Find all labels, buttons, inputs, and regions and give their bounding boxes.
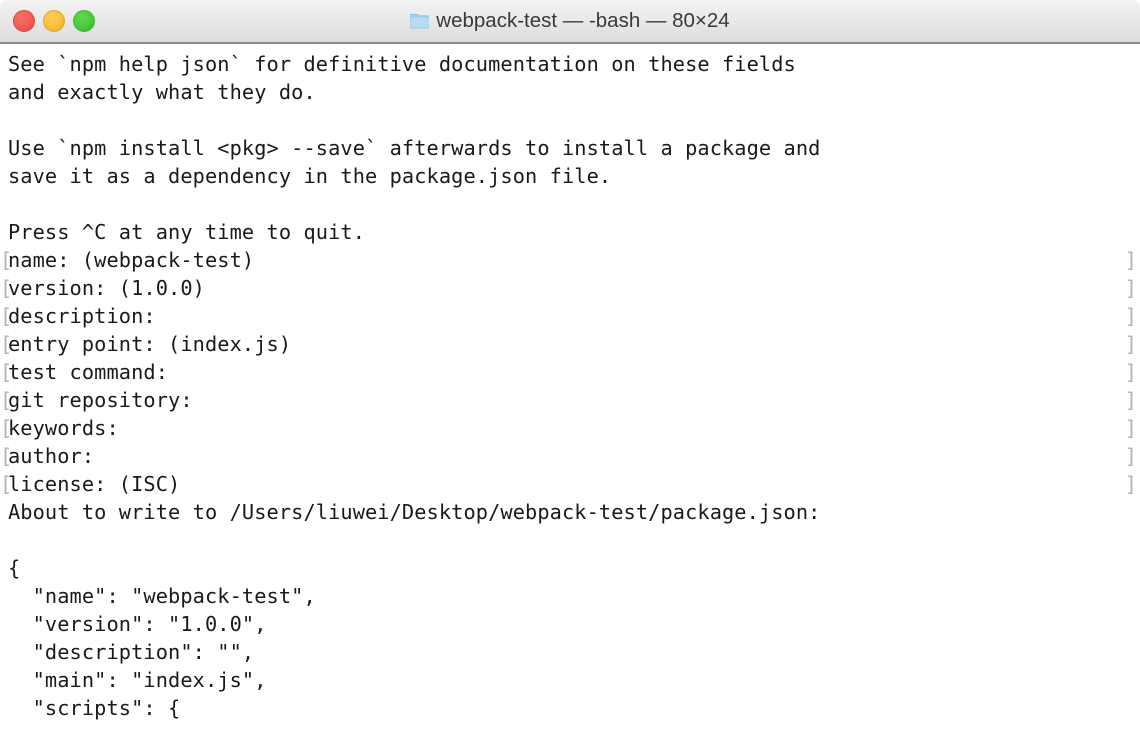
terminal-line-text: "main": "index.js", (8, 668, 267, 692)
terminal-line-text: author: (8, 444, 95, 468)
terminal-line: "version": "1.0.0", (0, 610, 1140, 638)
terminal-prompt-line: [] author: (0, 442, 1140, 470)
terminal-line-text: "version": "1.0.0", (8, 612, 267, 636)
terminal-prompt-line: [] entry point: (index.js) (0, 330, 1140, 358)
terminal-line: save it as a dependency in the package.j… (0, 162, 1140, 190)
window-title-group: webpack-test — -bash — 80×24 (410, 8, 730, 33)
terminal-line-text: license: (ISC) (8, 472, 181, 496)
terminal-prompt-line: [] version: (1.0.0) (0, 274, 1140, 302)
wrap-marker-right: ] (1124, 416, 1137, 440)
wrap-marker-right: ] (1124, 332, 1137, 356)
title-bar[interactable]: webpack-test — -bash — 80×24 (0, 0, 1140, 44)
wrap-marker-left: [ (0, 248, 13, 272)
wrap-marker-right: ] (1124, 276, 1137, 300)
terminal-line-text: name: (webpack-test) (8, 248, 255, 272)
terminal-line-text: "description": "", (8, 640, 255, 664)
maximize-button[interactable] (73, 10, 95, 32)
terminal-line: Press ^C at any time to quit. (0, 218, 1140, 246)
wrap-marker-left: [ (0, 276, 13, 300)
terminal-prompt-line: [] description: (0, 302, 1140, 330)
terminal-line-text: See `npm help json` for definitive docum… (8, 52, 796, 76)
wrap-marker-right: ] (1124, 388, 1137, 412)
terminal-line-text: git repository: (8, 388, 193, 412)
terminal-line-text: Press ^C at any time to quit. (8, 220, 365, 244)
terminal-line-text: Use `npm install <pkg> --save` afterward… (8, 136, 821, 160)
terminal-screen[interactable]: See `npm help json` for definitive docum… (0, 44, 1140, 730)
terminal-line-text: test command: (8, 360, 169, 384)
wrap-marker-left: [ (0, 416, 13, 440)
window-title: webpack-test — -bash — 80×24 (436, 8, 730, 32)
terminal-line: "main": "index.js", (0, 666, 1140, 694)
wrap-marker-right: ] (1124, 472, 1137, 496)
terminal-line-text: keywords: (8, 416, 119, 440)
wrap-marker-right: ] (1124, 360, 1137, 384)
terminal-line-text: "scripts": { (8, 696, 181, 720)
terminal-window: webpack-test — -bash — 80×24 See `npm he… (0, 0, 1140, 732)
terminal-line: "description": "", (0, 638, 1140, 666)
terminal-line: "name": "webpack-test", (0, 582, 1140, 610)
terminal-line: "scripts": { (0, 694, 1140, 722)
terminal-line-text: "name": "webpack-test", (8, 584, 316, 608)
wrap-marker-left: [ (0, 332, 13, 356)
wrap-marker-left: [ (0, 360, 13, 384)
wrap-marker-left: [ (0, 388, 13, 412)
terminal-line-text: save it as a dependency in the package.j… (8, 164, 612, 188)
window-controls (13, 0, 95, 42)
terminal-prompt-line: [] git repository: (0, 386, 1140, 414)
wrap-marker-left: [ (0, 472, 13, 496)
terminal-line: About to write to /Users/liuwei/Desktop/… (0, 498, 1140, 526)
close-button[interactable] (13, 10, 35, 32)
terminal-line-text: { (8, 556, 21, 580)
wrap-marker-right: ] (1124, 248, 1137, 272)
wrap-marker-left: [ (0, 304, 13, 328)
minimize-button[interactable] (43, 10, 65, 32)
terminal-prompt-line: [] name: (webpack-test) (0, 246, 1140, 274)
terminal-line-text: description: (8, 304, 156, 328)
terminal-line: { (0, 554, 1140, 582)
terminal-line-text: and exactly what they do. (8, 80, 316, 104)
wrap-marker-right: ] (1124, 444, 1137, 468)
folder-icon (410, 13, 430, 29)
terminal-line: See `npm help json` for definitive docum… (0, 50, 1140, 78)
wrap-marker-right: ] (1124, 304, 1137, 328)
terminal-line-text: version: (1.0.0) (8, 276, 205, 300)
terminal-line-text: About to write to /Users/liuwei/Desktop/… (8, 500, 821, 524)
terminal-prompt-line: [] license: (ISC) (0, 470, 1140, 498)
terminal-line: Use `npm install <pkg> --save` afterward… (0, 134, 1140, 162)
wrap-marker-left: [ (0, 444, 13, 468)
terminal-prompt-line: [] keywords: (0, 414, 1140, 442)
terminal-line-text: entry point: (index.js) (8, 332, 292, 356)
terminal-line: and exactly what they do. (0, 78, 1140, 106)
terminal-prompt-line: [] test command: (0, 358, 1140, 386)
